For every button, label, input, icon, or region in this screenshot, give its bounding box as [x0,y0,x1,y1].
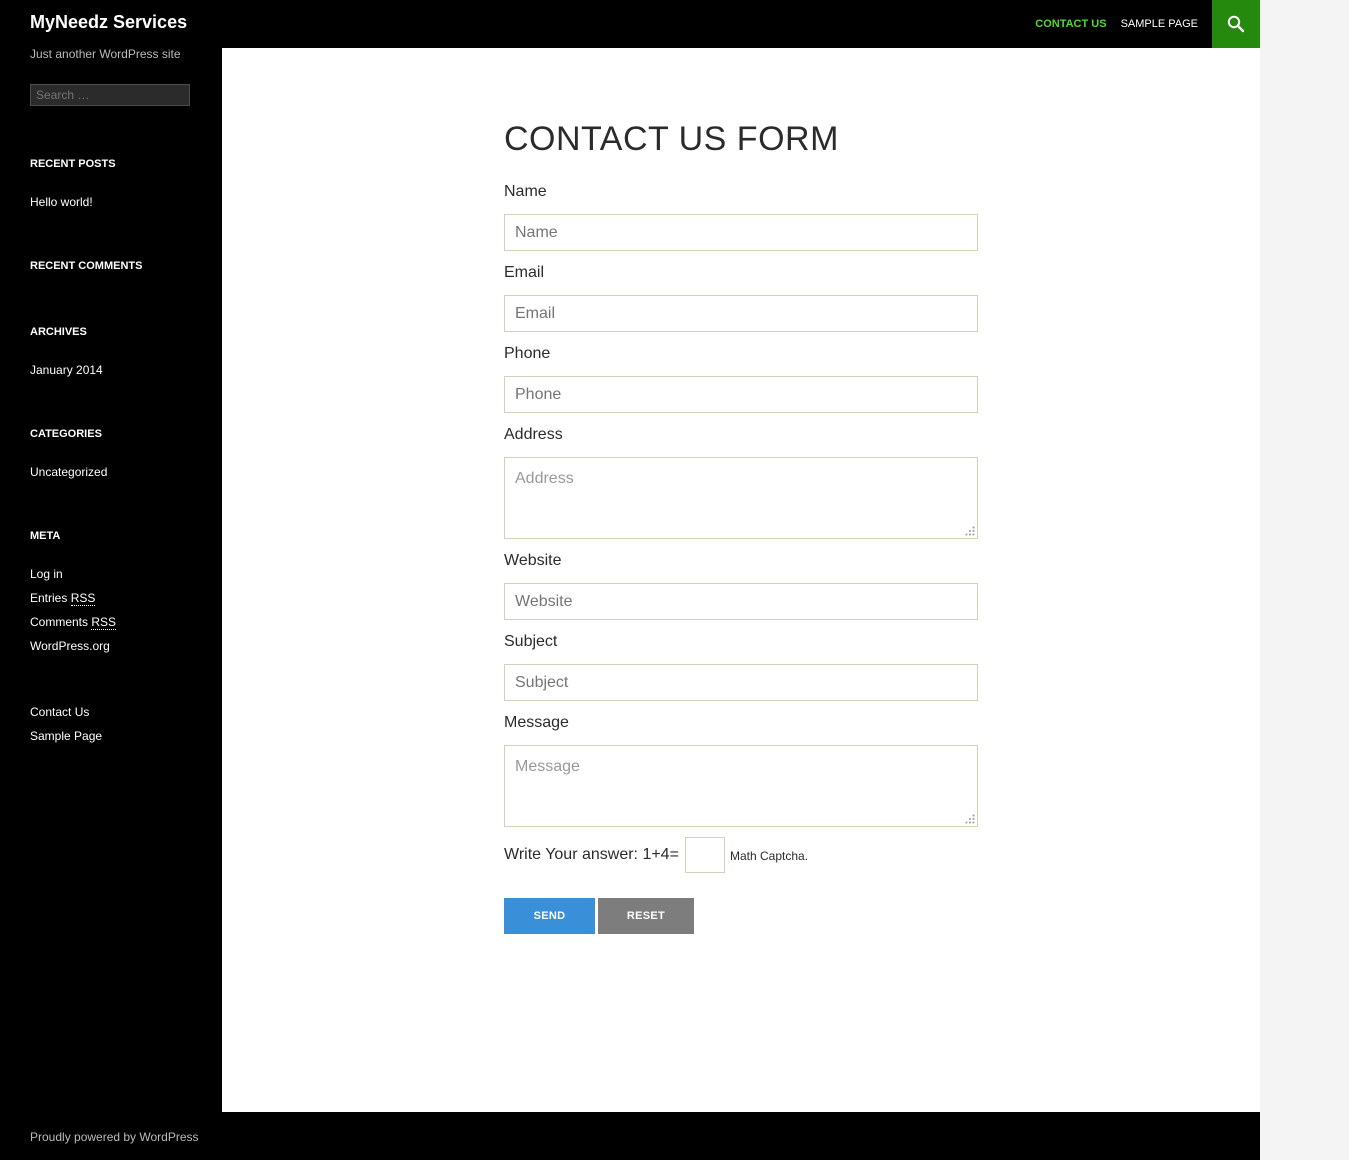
nav-contact-us[interactable]: CONTACT US [1035,18,1106,30]
website-label: Website [504,552,562,569]
recent-comments-title: RECENT COMMENTS [30,260,143,272]
send-button[interactable]: SEND [504,898,595,934]
message-field[interactable]: Message [504,745,978,827]
site-tagline: Just another WordPress site [30,47,181,61]
captcha-note: Math Captcha. [730,849,809,863]
page-link-contact-us[interactable]: Contact Us [30,705,89,719]
captcha-input[interactable] [685,837,725,873]
message-label: Message [504,714,569,731]
footer-credit[interactable]: Proudly powered by WordPress [30,1130,199,1144]
name-field[interactable] [504,214,978,251]
entries-label: Entries [30,591,68,605]
meta-wordpress-link[interactable]: WordPress.org [30,639,110,653]
search-toggle-button[interactable] [1212,0,1260,48]
email-label: Email [504,264,545,281]
site-wrapper: MyNeedz Services CONTACT US SAMPLE PAGE … [0,0,1260,1160]
category-link[interactable]: Uncategorized [30,465,107,479]
meta-entries-rss-link[interactable]: Entries RSS [30,591,96,606]
page-link-sample-page[interactable]: Sample Page [30,729,102,743]
archive-link[interactable]: January 2014 [30,363,103,377]
meta-comments-rss-link[interactable]: Comments RSS [30,615,117,630]
message-placeholder: Message [515,758,580,775]
meta-login-link[interactable]: Log in [30,567,63,581]
address-label: Address [504,426,563,443]
subject-field[interactable] [504,664,978,701]
archives-title: ARCHIVES [30,326,87,338]
primary-nav: CONTACT US SAMPLE PAGE [1035,0,1198,48]
categories-title: CATEGORIES [30,428,102,440]
comments-label: Comments [30,615,89,629]
phone-label: Phone [504,345,551,362]
reset-button[interactable]: RESET [598,898,694,934]
nav-sample-page[interactable]: SAMPLE PAGE [1121,18,1198,30]
resize-handle-icon[interactable] [965,526,975,536]
search-icon [1227,15,1245,33]
subject-label: Subject [504,633,558,650]
site-title[interactable]: MyNeedz Services [30,12,187,33]
name-label: Name [504,183,547,200]
recent-posts-title: RECENT POSTS [30,158,116,170]
sidebar-search-input[interactable] [30,84,190,106]
address-placeholder: Address [515,470,574,487]
website-field[interactable] [504,583,978,620]
phone-field[interactable] [504,376,978,413]
captcha-label: Write Your answer: 1+4= [504,846,679,863]
meta-title: META [30,530,61,542]
main-content: CONTACT US FORM Name Email Phone Address… [222,48,1260,1112]
email-field[interactable] [504,295,978,332]
rss-abbr: RSS [70,591,96,606]
rss-abbr: RSS [91,615,117,630]
address-field[interactable]: Address [504,457,978,539]
page-title: CONTACT US FORM [504,120,839,158]
recent-post-link[interactable]: Hello world! [30,195,93,209]
resize-handle-icon[interactable] [965,814,975,824]
